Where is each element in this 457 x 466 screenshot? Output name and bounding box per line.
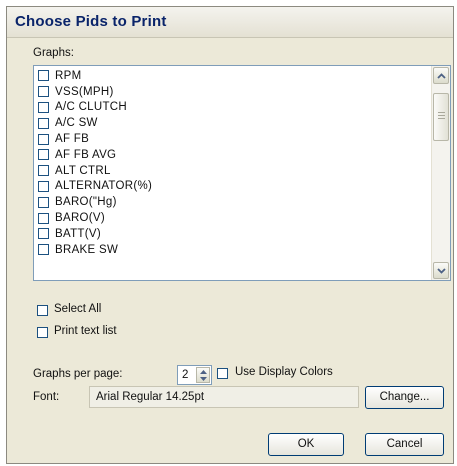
dialog-title: Choose Pids to Print bbox=[15, 13, 167, 30]
graph-item-label: BRAKE SW bbox=[55, 243, 119, 256]
chevron-down-icon bbox=[436, 267, 446, 274]
print-text-list-checkbox[interactable] bbox=[37, 327, 48, 338]
ok-button[interactable]: OK bbox=[268, 433, 344, 456]
scroll-down-button[interactable] bbox=[433, 262, 449, 279]
graph-checkbox[interactable] bbox=[38, 149, 49, 161]
list-item[interactable]: ALT CTRL bbox=[38, 163, 428, 179]
list-item[interactable]: AF FB AVG bbox=[38, 147, 428, 163]
change-font-button[interactable]: Change... bbox=[365, 386, 444, 409]
graph-checkbox[interactable] bbox=[38, 70, 49, 82]
spin-down-button[interactable] bbox=[197, 375, 209, 382]
graph-item-label: RPM bbox=[55, 69, 82, 82]
use-display-colors-checkbox[interactable] bbox=[217, 368, 228, 379]
triangle-up-icon bbox=[199, 369, 207, 374]
graph-checkbox[interactable] bbox=[38, 196, 49, 208]
font-label: Font: bbox=[33, 391, 60, 403]
graph-item-label: BARO(V) bbox=[55, 212, 106, 225]
list-item[interactable]: A/C CLUTCH bbox=[38, 100, 428, 116]
graphs-label: Graphs: bbox=[33, 47, 74, 59]
select-all-label: Select All bbox=[54, 303, 102, 315]
graph-item-label: A/C CLUTCH bbox=[55, 101, 128, 114]
list-item[interactable]: BARO("Hg) bbox=[38, 194, 428, 210]
print-text-list-label: Print text list bbox=[54, 325, 117, 337]
graph-item-label: VSS(MPH) bbox=[55, 85, 114, 98]
graph-checkbox[interactable] bbox=[38, 212, 49, 224]
graphs-per-page-label: Graphs per page: bbox=[33, 368, 123, 380]
graphs-per-page-spinner[interactable]: 2 bbox=[177, 365, 212, 385]
list-item[interactable]: BATT(V) bbox=[38, 226, 428, 242]
graph-item-label: A/C SW bbox=[55, 117, 98, 130]
list-item[interactable]: BARO(V) bbox=[38, 210, 428, 226]
scroll-thumb[interactable] bbox=[433, 93, 449, 141]
select-all-checkbox[interactable] bbox=[37, 305, 48, 316]
list-item[interactable]: BRAKE SW bbox=[38, 242, 428, 258]
graphs-scrollbar[interactable] bbox=[431, 66, 450, 280]
graph-item-label: BATT(V) bbox=[55, 227, 101, 240]
chevron-up-icon bbox=[436, 72, 446, 79]
graph-item-label: ALT CTRL bbox=[55, 164, 111, 177]
font-field: Arial Regular 14.25pt bbox=[89, 386, 359, 408]
graph-checkbox[interactable] bbox=[38, 228, 49, 240]
graph-checkbox[interactable] bbox=[38, 133, 49, 145]
graph-item-label: BARO("Hg) bbox=[55, 196, 117, 209]
graphs-list: RPM VSS(MPH) A/C CLUTCH A/C SW AF FB AF FB AV… bbox=[38, 68, 428, 258]
graph-checkbox[interactable] bbox=[38, 101, 49, 113]
choose-pids-dialog: Choose Pids to Print Graphs: RPM VSS(MPH)… bbox=[6, 6, 454, 464]
graph-checkbox[interactable] bbox=[38, 244, 49, 256]
spin-up-button[interactable] bbox=[197, 368, 209, 375]
scroll-up-button[interactable] bbox=[433, 67, 449, 84]
graph-checkbox[interactable] bbox=[38, 117, 49, 129]
graphs-per-page-value: 2 bbox=[182, 369, 189, 381]
triangle-down-icon bbox=[199, 376, 207, 381]
graph-item-label: AF FB AVG bbox=[55, 148, 117, 161]
use-display-colors-label: Use Display Colors bbox=[235, 366, 333, 378]
list-item[interactable]: VSS(MPH) bbox=[38, 84, 428, 100]
list-item[interactable]: RPM bbox=[38, 68, 428, 84]
graph-checkbox[interactable] bbox=[38, 86, 49, 98]
cancel-button[interactable]: Cancel bbox=[365, 433, 444, 456]
graph-item-label: AF FB bbox=[55, 133, 90, 146]
list-item[interactable]: ALTERNATOR(%) bbox=[38, 179, 428, 195]
list-item[interactable]: AF FB bbox=[38, 131, 428, 147]
graph-checkbox[interactable] bbox=[38, 180, 49, 192]
graph-item-label: ALTERNATOR(%) bbox=[55, 180, 153, 193]
list-item[interactable]: A/C SW bbox=[38, 115, 428, 131]
title-bar[interactable]: Choose Pids to Print bbox=[7, 7, 453, 38]
spinner-buttons bbox=[196, 367, 210, 383]
graphs-listbox[interactable]: RPM VSS(MPH) A/C CLUTCH A/C SW AF FB AF FB AV… bbox=[33, 65, 451, 281]
font-value: Arial Regular 14.25pt bbox=[96, 391, 205, 403]
graph-checkbox[interactable] bbox=[38, 165, 49, 177]
